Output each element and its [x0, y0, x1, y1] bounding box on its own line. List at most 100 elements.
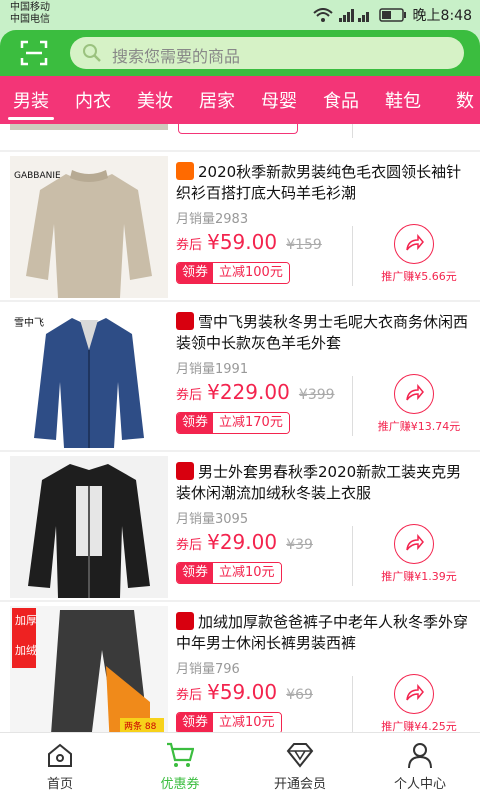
partial-list-item	[0, 124, 480, 150]
original-price: ¥69	[286, 687, 313, 703]
price-label: 券后	[176, 388, 203, 403]
price-row: 券后 ¥29.00 ¥39	[176, 530, 346, 556]
system-icons: 晚上8:48	[312, 6, 472, 24]
svg-text:加绒: 加绒	[15, 644, 37, 657]
product-image[interactable]: 加厚 加绒 两条 88	[10, 606, 168, 732]
tab-home[interactable]: 居家	[186, 76, 248, 124]
original-price: ¥39	[286, 537, 313, 553]
product-card[interactable]: 男士外套男春秋季2020新款工装夹克男装休闲潮流加绒秋冬装上衣服 月销量3095…	[0, 452, 480, 600]
brand-mark: 加厚	[15, 614, 37, 627]
battery-icon	[378, 8, 407, 22]
product-title: 2020秋季新款男装纯色毛衣圆领长袖针织衫百搭打底大码羊毛衫潮	[176, 163, 462, 202]
coupon-button[interactable]: 领券 立减170元	[176, 412, 290, 434]
share-icon	[406, 684, 424, 701]
brand-mark: 雪中飞	[14, 316, 44, 329]
product-list: GABBANIE 2020秋季新款男装纯色毛衣圆领长袖针织衫百搭打底大码羊毛衫潮…	[0, 124, 480, 732]
share-button[interactable]	[394, 374, 434, 414]
coupon-price: ¥29.00	[207, 530, 278, 554]
category-tabs: 男装 内衣 美妆 居家 母婴 食品 鞋包 数	[0, 76, 480, 124]
share-icon	[406, 534, 424, 551]
nav-membership-label: 开通会员	[273, 777, 326, 792]
tab-menswear[interactable]: 男装	[0, 76, 62, 124]
product-title: 加绒加厚款爸爸裤子中老年人秋冬季外穿中年男士休闲长裤男装西裤	[176, 613, 468, 652]
coupon-tag: 领券	[177, 713, 214, 732]
share-icon	[406, 384, 424, 401]
product-card[interactable]: 雪中飞 雪中飞男装秋冬男士毛呢大衣商务休闲西装领中长款灰色羊毛外套 月销量199…	[0, 302, 480, 450]
search-icon	[82, 43, 102, 67]
brand-mark: GABBANIE	[14, 171, 61, 181]
product-title: 男士外套男春秋季2020新款工装夹克男装休闲潮流加绒秋冬装上衣服	[176, 463, 462, 502]
nav-home[interactable]: 首页	[0, 733, 120, 800]
promote-earnings: 推广赚¥4.25元	[381, 720, 457, 732]
monthly-sales: 月销量2983	[176, 212, 249, 227]
carrier-secondary: 中国电信	[10, 14, 50, 25]
tab-underwear[interactable]: 内衣	[62, 76, 124, 124]
tab-food[interactable]: 食品	[310, 76, 372, 124]
price-row: 券后 ¥229.00 ¥399	[176, 380, 346, 406]
coupon-price: ¥59.00	[207, 680, 278, 704]
tab-digital[interactable]: 数	[434, 76, 480, 124]
signal-icon	[338, 8, 373, 22]
product-card[interactable]: GABBANIE 2020秋季新款男装纯色毛衣圆领长袖针织衫百搭打底大码羊毛衫潮…	[0, 152, 480, 300]
promote-earnings: 推广赚¥13.74元	[377, 420, 461, 433]
search-placeholder: 搜索您需要的商品	[112, 47, 241, 66]
tmall-icon	[176, 312, 194, 330]
price-row: 券后 ¥59.00 ¥69	[176, 680, 346, 706]
carrier-primary: 中国移动	[10, 2, 50, 13]
product-card[interactable]: 加厚 加绒 两条 88 加绒加厚款爸爸裤子中老年人秋冬季外穿中年男士休闲长裤男装…	[0, 602, 480, 732]
nav-membership[interactable]: 开通会员	[240, 733, 360, 800]
product-image[interactable]	[10, 456, 168, 598]
nav-profile-label: 个人中心	[393, 777, 446, 792]
tab-bags[interactable]: 鞋包	[372, 76, 434, 124]
coupon-amount: 立减100元	[213, 263, 289, 283]
coupon-amount: 立减10元	[213, 563, 281, 583]
product-title: 雪中飞男装秋冬男士毛呢大衣商务休闲西装领中长款灰色羊毛外套	[176, 313, 468, 352]
promo-badge: 两条 88	[124, 720, 157, 732]
coupon-tag: 领券	[177, 413, 214, 433]
share-icon	[406, 234, 424, 251]
share-button[interactable]	[394, 674, 434, 714]
product-image[interactable]: GABBANIE	[10, 156, 168, 298]
clock: 晚上8:48	[412, 8, 472, 24]
monthly-sales: 月销量796	[176, 662, 240, 677]
cart-icon	[167, 742, 194, 767]
price-label: 券后	[176, 238, 203, 253]
diamond-icon	[286, 743, 314, 768]
nav-profile[interactable]: 个人中心	[360, 733, 480, 800]
coupon-tag: 领券	[177, 563, 214, 583]
share-button[interactable]	[394, 524, 434, 564]
status-bar: 中国移动 中国电信 晚上8:48	[0, 0, 480, 30]
tmall-icon	[176, 462, 194, 480]
promote-earnings: 推广赚¥1.39元	[381, 570, 457, 583]
original-price: ¥159	[286, 237, 322, 253]
tab-baby[interactable]: 母婴	[248, 76, 310, 124]
tmall-icon	[176, 612, 194, 630]
coupon-button[interactable]: 领券 立减100元	[176, 262, 290, 284]
promote-earnings: 推广赚¥5.66元	[381, 270, 457, 283]
coupon-price: ¥59.00	[207, 230, 278, 254]
taobao-icon	[176, 162, 194, 180]
wifi-icon	[312, 8, 333, 22]
coupon-price: ¥229.00	[207, 380, 290, 404]
share-button[interactable]	[394, 224, 434, 264]
product-image[interactable]: 雪中飞	[10, 306, 168, 448]
person-icon	[408, 743, 432, 769]
nav-home-label: 首页	[46, 777, 73, 792]
bottom-nav: 首页 优惠券 开通会员 个人中心	[0, 732, 480, 800]
coupon-amount: 立减170元	[213, 413, 289, 433]
price-label: 券后	[176, 688, 203, 703]
home-icon	[48, 743, 72, 767]
nav-coupons[interactable]: 优惠券	[120, 733, 240, 800]
monthly-sales: 月销量1991	[176, 362, 249, 377]
coupon-amount: 立减10元	[213, 713, 281, 732]
tab-beauty[interactable]: 美妆	[124, 76, 186, 124]
nav-coupons-label: 优惠券	[160, 777, 200, 792]
coupon-button[interactable]: 领券 立减10元	[176, 712, 282, 732]
scan-icon[interactable]	[20, 40, 48, 66]
price-row: 券后 ¥59.00 ¥159	[176, 230, 346, 256]
original-price: ¥399	[298, 387, 335, 403]
search-input[interactable]: 搜索您需要的商品	[70, 37, 464, 69]
coupon-button[interactable]: 领券 立减10元	[176, 562, 282, 584]
app-header: 搜索您需要的商品	[0, 30, 480, 76]
coupon-tag: 领券	[177, 263, 214, 283]
